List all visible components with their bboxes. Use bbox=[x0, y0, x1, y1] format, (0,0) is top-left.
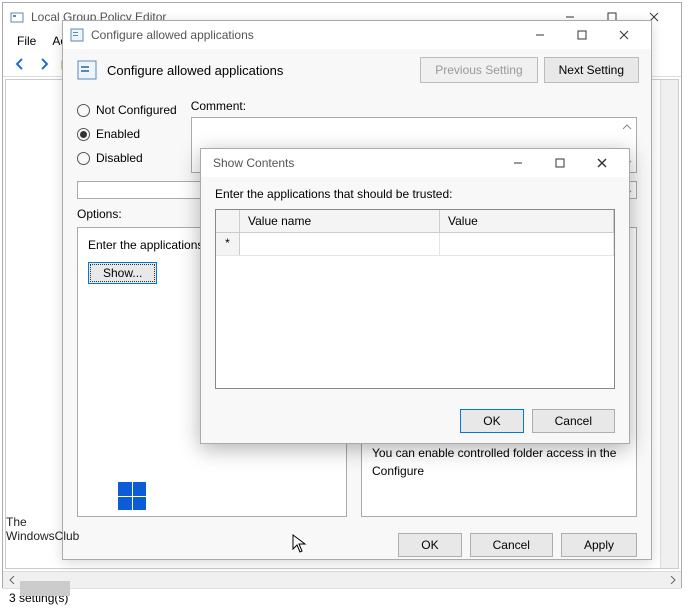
radio-disabled[interactable]: Disabled bbox=[77, 151, 177, 165]
cell-value[interactable] bbox=[440, 233, 614, 255]
scroll-right-icon[interactable] bbox=[664, 572, 681, 589]
dialog-title: Configure allowed applications bbox=[91, 28, 519, 42]
app-icon bbox=[9, 9, 25, 25]
values-grid[interactable]: Value name Value * bbox=[215, 209, 615, 389]
radio-enabled[interactable]: Enabled bbox=[77, 127, 177, 141]
scroll-left-icon[interactable] bbox=[3, 572, 20, 589]
dialog-header-icon bbox=[75, 58, 99, 82]
dialog-header-title: Configure allowed applications bbox=[107, 63, 414, 78]
menu-file[interactable]: File bbox=[9, 32, 44, 50]
cancel-button[interactable]: Cancel bbox=[470, 533, 553, 557]
horizontal-scrollbar[interactable] bbox=[3, 571, 681, 588]
grid-new-row[interactable]: * bbox=[216, 233, 614, 256]
next-setting-button[interactable]: Next Setting bbox=[544, 57, 639, 83]
state-radio-group: Not Configured Enabled Disabled bbox=[77, 99, 177, 173]
comment-label: Comment: bbox=[191, 99, 637, 113]
modal-maximize-button[interactable] bbox=[539, 150, 581, 176]
previous-setting-button: Previous Setting bbox=[420, 57, 537, 83]
right-gutter bbox=[660, 80, 678, 568]
radio-label: Disabled bbox=[96, 151, 143, 165]
modal-instruction: Enter the applications that should be tr… bbox=[215, 187, 615, 201]
options-label: Options: bbox=[77, 207, 122, 221]
modal-minimize-button[interactable] bbox=[497, 150, 539, 176]
modal-button-bar: OK Cancel bbox=[201, 399, 629, 443]
cell-value-name[interactable] bbox=[240, 233, 440, 255]
radio-not-configured[interactable]: Not Configured bbox=[77, 103, 177, 117]
show-contents-dialog: Show Contents Enter the applications tha… bbox=[200, 148, 630, 444]
modal-cancel-button[interactable]: Cancel bbox=[532, 409, 615, 433]
chevron-up-icon[interactable] bbox=[620, 120, 634, 134]
dialog-titlebar[interactable]: Configure allowed applications bbox=[63, 21, 651, 49]
forward-icon[interactable] bbox=[33, 53, 55, 75]
scroll-thumb[interactable] bbox=[20, 581, 70, 596]
apply-button[interactable]: Apply bbox=[561, 533, 637, 557]
radio-label: Not Configured bbox=[96, 103, 177, 117]
modal-ok-button[interactable]: OK bbox=[460, 409, 523, 433]
back-icon[interactable] bbox=[9, 53, 31, 75]
radio-label: Enabled bbox=[96, 127, 140, 141]
ok-button[interactable]: OK bbox=[398, 533, 461, 557]
modal-titlebar[interactable]: Show Contents bbox=[201, 149, 629, 177]
modal-close-button[interactable] bbox=[581, 150, 623, 176]
modal-title: Show Contents bbox=[207, 156, 497, 170]
column-header-name[interactable]: Value name bbox=[240, 210, 440, 232]
show-button[interactable]: Show... bbox=[88, 262, 157, 284]
status-bar: 3 setting(s) bbox=[3, 588, 681, 608]
dialog-close-button[interactable] bbox=[603, 22, 645, 48]
dialog-minimize-button[interactable] bbox=[519, 22, 561, 48]
dialog-button-bar: OK Cancel Apply bbox=[63, 523, 651, 567]
dialog-header: Configure allowed applications Previous … bbox=[63, 49, 651, 91]
policy-icon bbox=[69, 27, 85, 43]
row-marker: * bbox=[216, 233, 240, 255]
column-header-value[interactable]: Value bbox=[440, 210, 614, 232]
grid-corner bbox=[216, 210, 240, 232]
dialog-maximize-button[interactable] bbox=[561, 22, 603, 48]
